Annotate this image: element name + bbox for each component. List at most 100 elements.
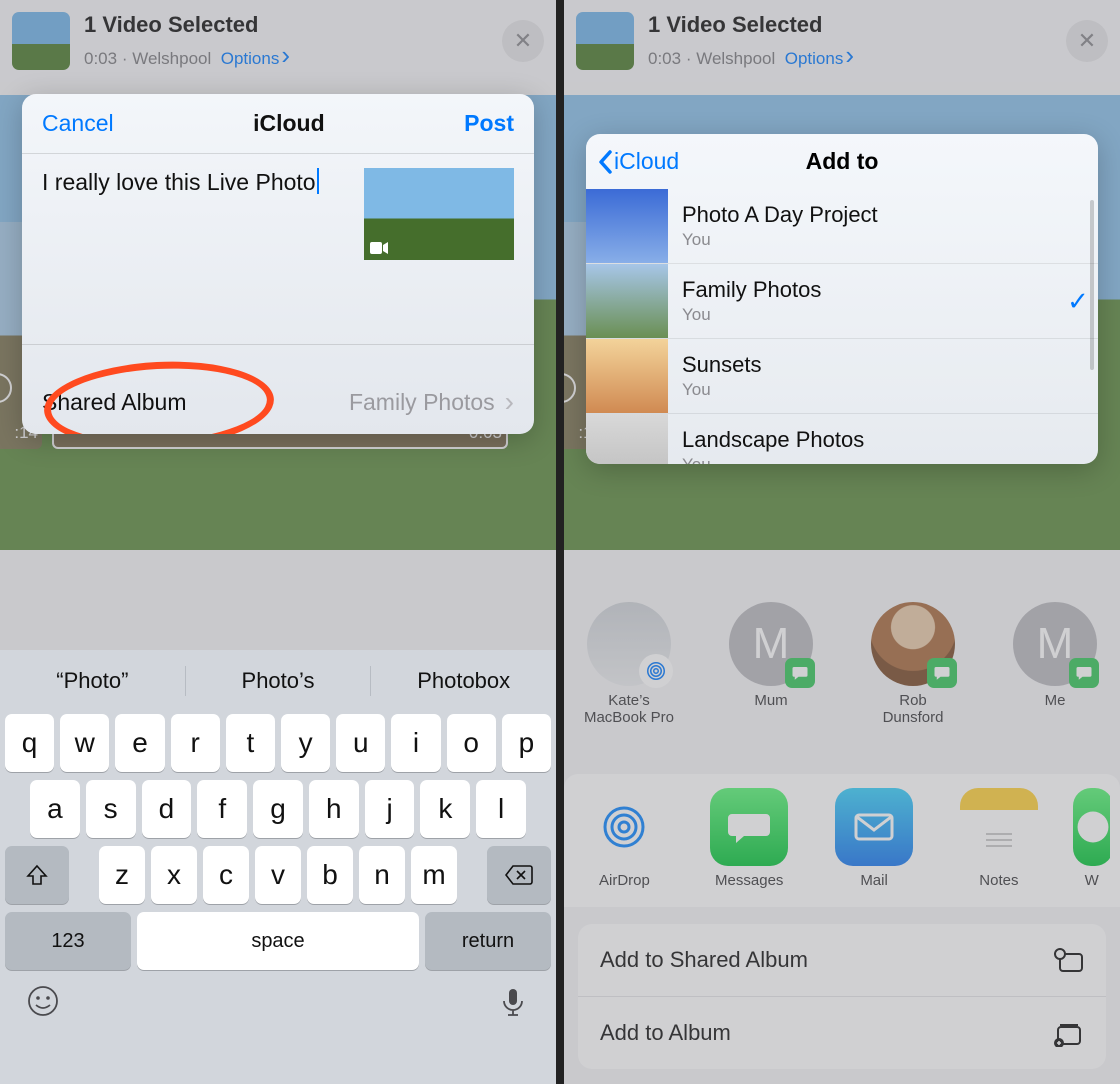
options-link[interactable]: Options [221,49,280,68]
space-key[interactable]: space [137,912,419,970]
app-item-wa[interactable]: W [1073,788,1110,889]
back-button[interactable]: iCloud [598,148,679,175]
person-item[interactable]: Kate’s MacBook Pro [570,602,688,727]
album-row[interactable]: SunsetsYou [586,338,1098,413]
close-icon[interactable]: ✕ [1066,20,1108,62]
selection-title: 1 Video Selected [84,12,488,38]
actions-card: Add to Shared Album Add to Album [578,924,1106,1069]
person-label: Kate’s MacBook Pro [570,692,688,727]
album-row[interactable]: Family PhotosYou✓ [586,263,1098,338]
mail-icon [835,788,913,866]
person-label: Rob Dunsford [854,692,972,727]
avatar [871,602,955,686]
video-icon [370,242,388,254]
key-l[interactable]: l [476,780,526,838]
album-name: Photo A Day Project [682,202,1044,228]
selection-thumb [576,12,634,70]
suggestion-1[interactable]: “Photo” [0,668,185,694]
album-row[interactable]: Photo A Day ProjectYou [586,189,1098,263]
app-item-mail[interactable]: Mail [824,788,925,889]
key-k[interactable]: k [420,780,470,838]
key-i[interactable]: i [391,714,440,772]
app-label: Messages [699,872,800,889]
key-a[interactable]: a [30,780,80,838]
key-z[interactable]: z [99,846,145,904]
people-row: Kate’s MacBook Pro MMum Rob Dunsford M Me [564,590,1120,739]
selection-header: 1 Video Selected 0:03 · Welshpool Option… [0,0,556,82]
key-e[interactable]: e [115,714,164,772]
suggestion-3[interactable]: Photobox [371,668,556,694]
key-f[interactable]: f [197,780,247,838]
key-r[interactable]: r [171,714,220,772]
key-b[interactable]: b [307,846,353,904]
key-v[interactable]: v [255,846,301,904]
selection-location: Welshpool [132,49,211,68]
person-label: Me [996,692,1114,709]
app-item-airdrop[interactable]: AirDrop [574,788,675,889]
numbers-key[interactable]: 123 [5,912,131,970]
shared-album-label: Shared Album [42,389,186,416]
action-label: Add to Shared Album [600,947,808,973]
app-item-notes[interactable]: Notes [948,788,1049,889]
action-label: Add to Album [600,1020,731,1046]
close-icon[interactable]: ✕ [502,20,544,62]
messages-badge-icon [1069,658,1099,688]
album-thumb [586,339,668,413]
album-sub: You [682,230,1044,250]
mic-icon[interactable] [496,984,530,1023]
msg-icon [710,788,788,866]
key-o[interactable]: o [447,714,496,772]
suggestion-bar: “Photo” Photo’s Photobox [0,652,556,710]
key-g[interactable]: g [253,780,303,838]
suggestion-2[interactable]: Photo’s [186,668,371,694]
key-s[interactable]: s [86,780,136,838]
shift-key[interactable] [5,846,69,904]
add-to-album-row[interactable]: Add to Album [578,997,1106,1069]
compose-text: I really love this Live Photo [42,169,316,195]
key-x[interactable]: x [151,846,197,904]
avatar: M [1013,602,1097,686]
person-item[interactable]: M Me [996,602,1114,727]
key-n[interactable]: n [359,846,405,904]
post-button[interactable]: Post [464,110,514,137]
emoji-icon[interactable] [26,984,60,1023]
key-u[interactable]: u [336,714,385,772]
shared-album-row[interactable]: Shared Album Family Photos [22,370,534,434]
key-h[interactable]: h [309,780,359,838]
key-p[interactable]: p [502,714,551,772]
cancel-button[interactable]: Cancel [42,110,114,137]
return-key[interactable]: return [425,912,551,970]
add-to-modal: iCloud Add to Photo A Day ProjectYouFami… [586,134,1098,464]
key-y[interactable]: y [281,714,330,772]
backspace-key[interactable] [487,846,551,904]
selection-subtitle: 0:03 · Welshpool Options› [648,40,1052,71]
album-row[interactable]: Landscape PhotosYou [586,413,1098,464]
messages-badge-icon [785,658,815,688]
left-screenshot: 1 Video Selected 0:03 · Welshpool Option… [0,0,556,1084]
modal-title: iCloud [253,110,325,137]
options-link[interactable]: Options [785,49,844,68]
add-to-shared-album-row[interactable]: Add to Shared Album [578,924,1106,997]
selection-header: 1 Video Selected 0:03 · Welshpool Option… [564,0,1120,82]
person-item[interactable]: MMum [712,602,830,727]
album-name: Sunsets [682,352,1044,378]
key-c[interactable]: c [203,846,249,904]
album-sub: You [682,380,1044,400]
album-sub: You [682,305,1044,325]
airdrop-icon [585,788,663,866]
key-j[interactable]: j [365,780,415,838]
key-d[interactable]: d [142,780,192,838]
album-name: Family Photos [682,277,1044,303]
app-item-msg[interactable]: Messages [699,788,800,889]
avatar: M [729,602,813,686]
selection-title: 1 Video Selected [648,12,1052,38]
person-item[interactable]: Rob Dunsford [854,602,972,727]
app-label: Notes [948,872,1049,889]
key-t[interactable]: t [226,714,275,772]
key-m[interactable]: m [411,846,457,904]
compose-textarea[interactable]: I really love this Live Photo [42,168,348,260]
key-q[interactable]: q [5,714,54,772]
album-name: Landscape Photos [682,427,1044,453]
key-w[interactable]: w [60,714,109,772]
album-thumb [586,264,668,338]
